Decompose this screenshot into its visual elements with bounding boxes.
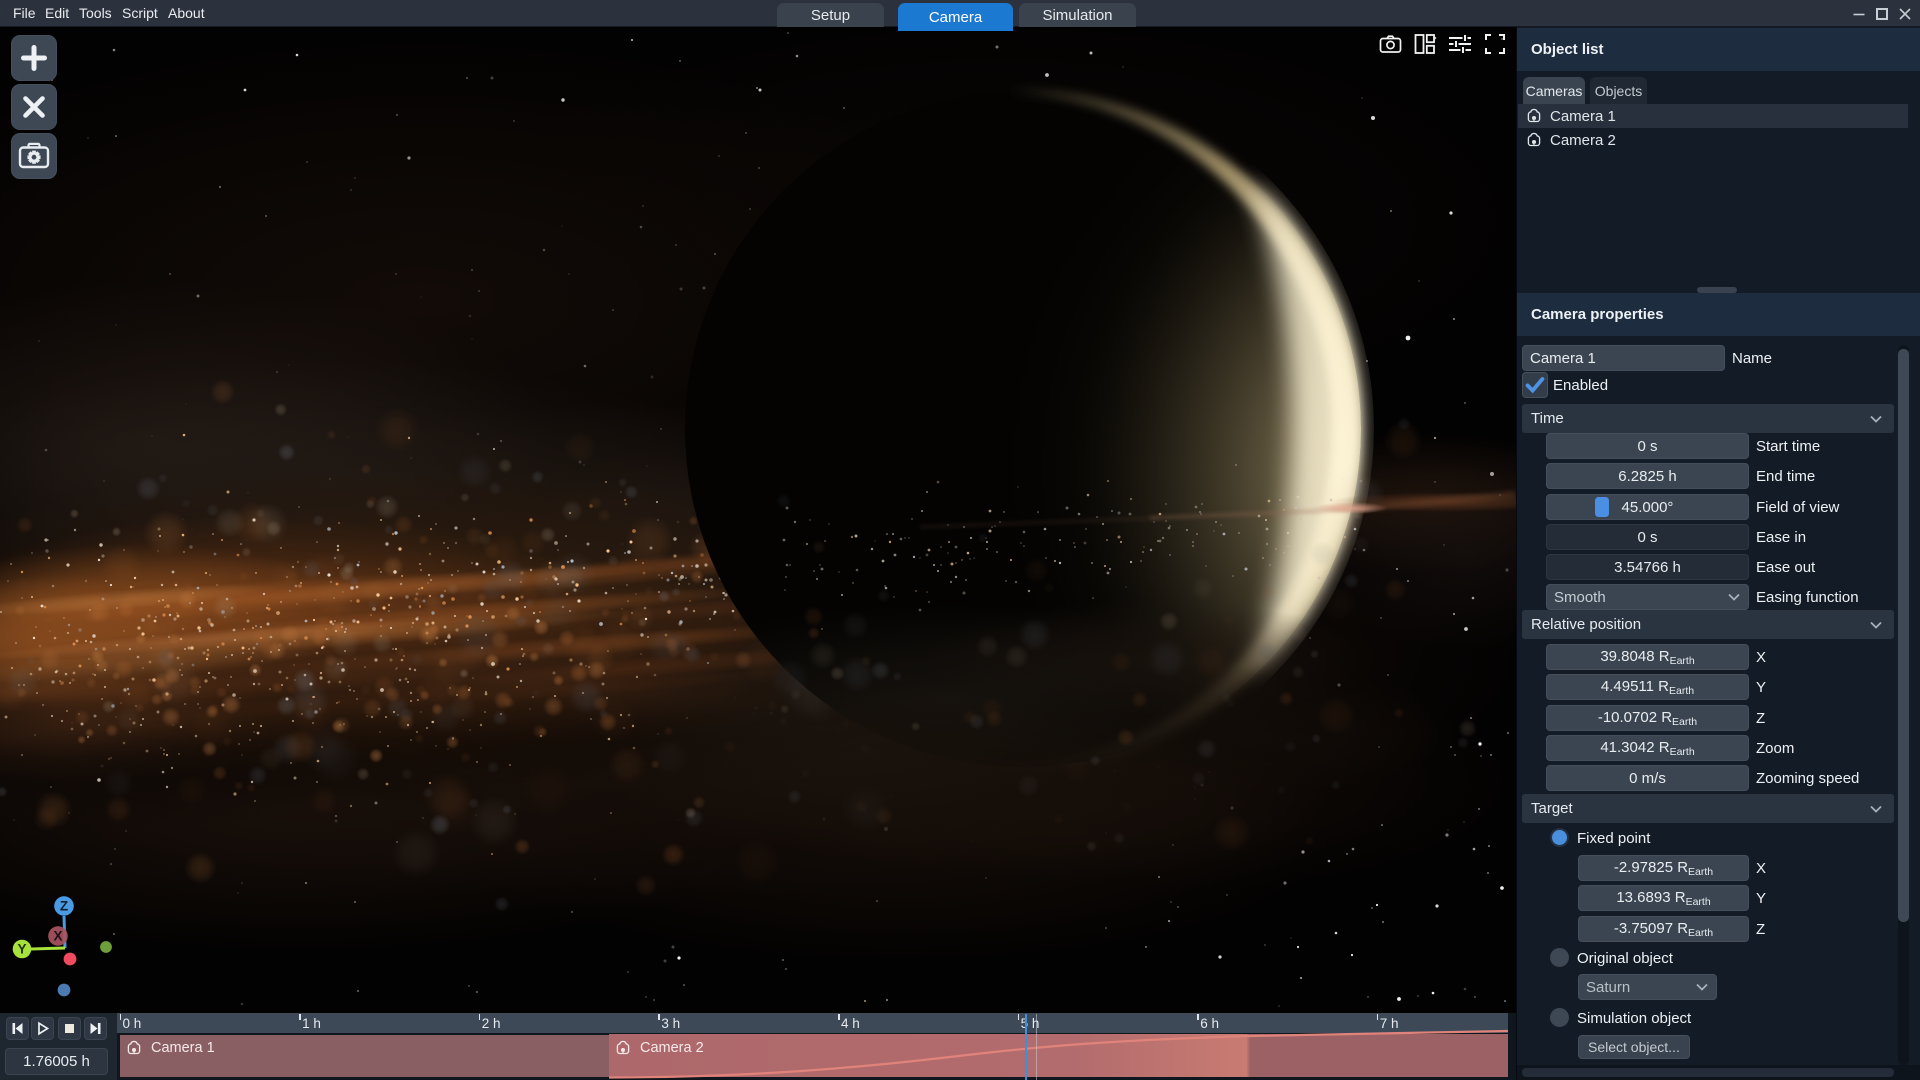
svg-text:X: X [53,929,62,944]
svg-text:Z: Z [60,899,68,914]
svg-text:Y: Y [17,942,26,957]
